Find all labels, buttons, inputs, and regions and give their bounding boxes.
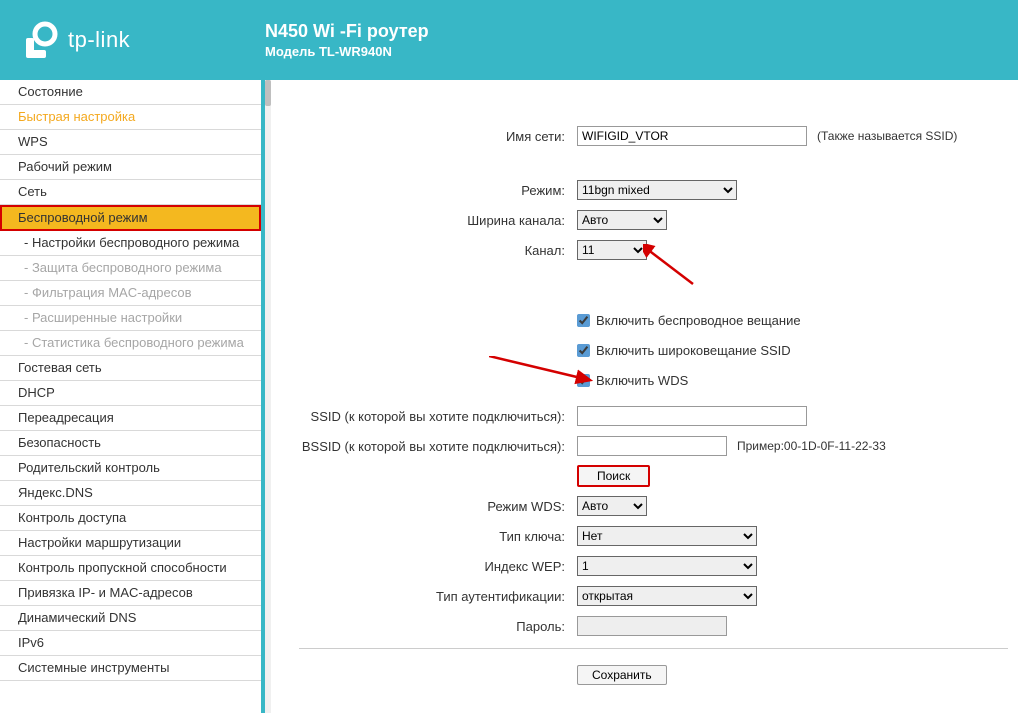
width-select[interactable]: Авто — [577, 210, 667, 230]
sidebar-item-22[interactable]: IPv6 — [0, 631, 261, 656]
wep-select[interactable]: 1 — [577, 556, 757, 576]
ssid-label: Имя сети: — [299, 129, 577, 144]
sidebar-item-13[interactable]: Переадресация — [0, 406, 261, 431]
arrow-annotation-wds — [489, 356, 599, 396]
product-title: N450 Wi -Fi роутер — [265, 21, 1018, 42]
wds-bssid-label: BSSID (к которой вы хотите подключиться)… — [299, 439, 577, 454]
sidebar-item-0[interactable]: Состояние — [0, 80, 261, 105]
sidebar-item-23[interactable]: Системные инструменты — [0, 656, 261, 681]
sidebar-item-1[interactable]: Быстрая настройка — [0, 105, 261, 130]
sidebar-item-10[interactable]: - Статистика беспроводного режима — [0, 331, 261, 356]
key-type-label: Тип ключа: — [299, 529, 577, 544]
ssid-broadcast-label: Включить широковещание SSID — [596, 343, 791, 358]
auth-select[interactable]: открытая — [577, 586, 757, 606]
sidebar-item-2[interactable]: WPS — [0, 130, 261, 155]
wds-label: Включить WDS — [596, 373, 688, 388]
sidebar-item-18[interactable]: Настройки маршрутизации — [0, 531, 261, 556]
sidebar-item-16[interactable]: Яндекс.DNS — [0, 481, 261, 506]
bssid-hint: Пример:00-1D-0F-11-22-33 — [737, 439, 886, 453]
mode-select[interactable]: 11bgn mixed — [577, 180, 737, 200]
sidebar: СостояниеБыстрая настройкаWPSРабочий реж… — [0, 80, 265, 713]
sidebar-item-11[interactable]: Гостевая сеть — [0, 356, 261, 381]
tplink-logo-icon — [20, 20, 60, 60]
sidebar-item-3[interactable]: Рабочий режим — [0, 155, 261, 180]
sidebar-item-4[interactable]: Сеть — [0, 180, 261, 205]
auth-label: Тип аутентификации: — [299, 589, 577, 604]
wep-label: Индекс WEP: — [299, 559, 577, 574]
sidebar-item-6[interactable]: - Настройки беспроводного режима — [0, 231, 261, 256]
arrow-annotation-channel — [643, 244, 703, 294]
sidebar-item-15[interactable]: Родительский контроль — [0, 456, 261, 481]
wds-ssid-input[interactable] — [577, 406, 807, 426]
ssid-broadcast-checkbox[interactable] — [577, 344, 590, 357]
key-type-select[interactable]: Нет — [577, 526, 757, 546]
sidebar-item-12[interactable]: DHCP — [0, 381, 261, 406]
broadcast-checkbox[interactable] — [577, 314, 590, 327]
broadcast-label: Включить беспроводное вещание — [596, 313, 801, 328]
password-input[interactable] — [577, 616, 727, 636]
width-label: Ширина канала: — [299, 213, 577, 228]
sidebar-item-14[interactable]: Безопасность — [0, 431, 261, 456]
sidebar-item-8[interactable]: - Фильтрация MAC-адресов — [0, 281, 261, 306]
brand-text: tp-link — [68, 27, 130, 53]
channel-label: Канал: — [299, 243, 577, 258]
wds-ssid-label: SSID (к которой вы хотите подключиться): — [299, 409, 577, 424]
ssid-input[interactable] — [577, 126, 807, 146]
sidebar-item-17[interactable]: Контроль доступа — [0, 506, 261, 531]
main-content: Имя сети: (Также называется SSID) Режим:… — [265, 80, 1018, 713]
wds-mode-select[interactable]: Авто — [577, 496, 647, 516]
mode-label: Режим: — [299, 183, 577, 198]
sidebar-item-19[interactable]: Контроль пропускной способности — [0, 556, 261, 581]
product-model: Модель TL-WR940N — [265, 44, 1018, 59]
sidebar-item-7[interactable]: - Защита беспроводного режима — [0, 256, 261, 281]
search-button[interactable]: Поиск — [577, 465, 650, 487]
sidebar-item-21[interactable]: Динамический DNS — [0, 606, 261, 631]
sidebar-item-5[interactable]: Беспроводной режим — [0, 205, 261, 231]
save-button[interactable]: Сохранить — [577, 665, 667, 685]
divider — [299, 648, 1008, 649]
sidebar-item-9[interactable]: - Расширенные настройки — [0, 306, 261, 331]
wds-mode-label: Режим WDS: — [299, 499, 577, 514]
wds-bssid-input[interactable] — [577, 436, 727, 456]
channel-select[interactable]: 11 — [577, 240, 647, 260]
sidebar-item-20[interactable]: Привязка IP- и MAC-адресов — [0, 581, 261, 606]
ssid-hint: (Также называется SSID) — [817, 129, 957, 143]
app-header: tp-link N450 Wi -Fi роутер Модель TL-WR9… — [0, 0, 1018, 80]
password-label: Пароль: — [299, 619, 577, 634]
